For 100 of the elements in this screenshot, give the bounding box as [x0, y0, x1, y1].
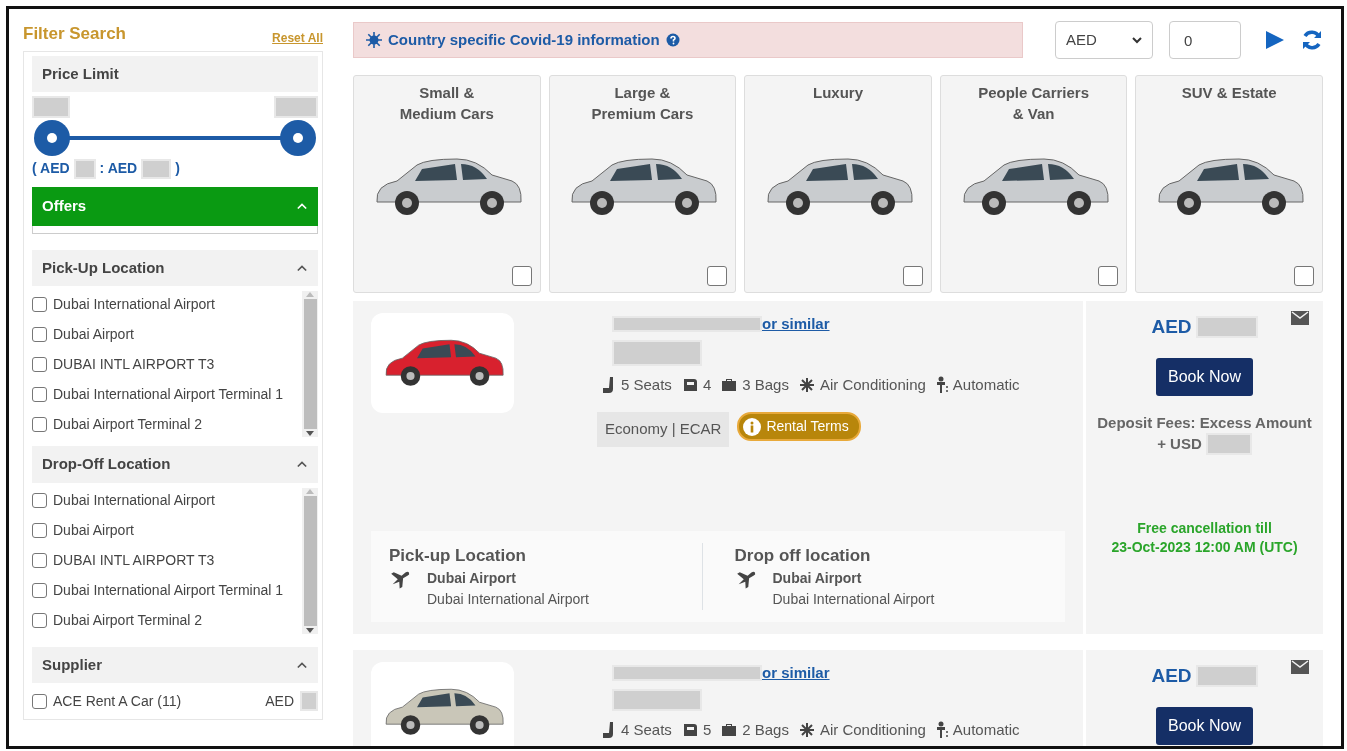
feature-label: 3 Bags: [742, 374, 789, 395]
deposit-text: + USD: [1157, 434, 1202, 454]
door-icon: [681, 376, 698, 393]
location-detail: Dubai International Airport: [772, 590, 935, 609]
caret-icon: [1132, 36, 1142, 44]
category-tag: Economy | ECAR: [597, 412, 730, 447]
checkbox[interactable]: [32, 523, 47, 538]
play-icon[interactable]: [1265, 30, 1285, 50]
price-range-label: : AED: [99, 159, 138, 178]
category-tile[interactable]: Large & Premium Cars: [548, 75, 737, 293]
chevron-up-icon[interactable]: [296, 201, 308, 212]
location-detail: Dubai International Airport: [427, 590, 589, 609]
feature-label: 5: [702, 719, 712, 740]
redacted-block: [1195, 665, 1258, 688]
virus-icon: [366, 32, 382, 48]
option-label[interactable]: DUBAI INTL AIRPORT T3: [53, 550, 302, 571]
checkbox[interactable]: [32, 296, 47, 312]
feature-label: Automatic: [952, 719, 1020, 740]
suitcase-icon: [721, 377, 738, 392]
category-label: SUV & Estate: [1181, 83, 1277, 103]
suitcase-icon: [721, 723, 738, 738]
location-heading: Pick-up Location: [389, 544, 527, 567]
snowflake-icon: [798, 376, 815, 393]
checkbox[interactable]: [1293, 266, 1314, 286]
price-slider[interactable]: [34, 118, 316, 154]
option-label[interactable]: ACE Rent A Car (11): [53, 690, 260, 712]
seat-icon: [602, 375, 616, 394]
option-label[interactable]: Dubai International Airport Terminal 1: [53, 383, 302, 405]
category-label: Small & Medium Cars: [399, 83, 494, 124]
refresh-icon[interactable]: [1301, 29, 1323, 51]
amount-field[interactable]: 0: [1169, 21, 1241, 59]
checkbox[interactable]: [32, 613, 47, 628]
scroll-down-icon[interactable]: [306, 431, 314, 437]
slider-thumb[interactable]: [280, 120, 316, 156]
checkbox[interactable]: [511, 266, 532, 286]
category-label: People Carriers & Van: [978, 83, 1089, 124]
price-range-label: ): [175, 159, 180, 178]
scrollbar[interactable]: [302, 291, 318, 437]
feature-label: Automatic: [952, 374, 1020, 395]
option-label[interactable]: Dubai Airport Terminal 2: [53, 610, 302, 631]
book-now-button[interactable]: Book Now: [1156, 706, 1253, 745]
section-heading: Pick-Up Location: [42, 257, 165, 278]
redacted-block: [300, 691, 318, 711]
checkbox[interactable]: [32, 493, 47, 508]
redacted-block: [32, 96, 70, 118]
seat-icon: [602, 721, 616, 740]
option-label[interactable]: Dubai Airport: [53, 323, 302, 345]
feature-label: 4 Seats: [621, 719, 672, 740]
section-heading: Price Limit: [42, 63, 119, 84]
section-heading: Drop-Off Location: [42, 454, 171, 474]
info-banner[interactable]: Country specific Covid-19 information: [353, 21, 1023, 59]
option-label[interactable]: Dubai International Airport: [53, 293, 302, 315]
redacted-block: [1195, 316, 1258, 339]
info-icon: [743, 417, 762, 436]
filter-title: Filter Search: [23, 23, 126, 45]
category-tile[interactable]: Luxury: [744, 75, 932, 293]
cancellation-note: Free cancellation till 23-Oct-2023 12:00 AM (UTC): [1110, 518, 1299, 557]
checkbox[interactable]: [32, 326, 47, 342]
checkbox[interactable]: [32, 553, 47, 568]
checkbox[interactable]: [32, 693, 47, 709]
similar-link[interactable]: or similar: [762, 313, 830, 336]
gear-shift-icon: [935, 375, 948, 394]
feature-label: 2 Bags: [742, 719, 789, 740]
deposit-text: Deposit Fees: Excess Amount: [1097, 412, 1312, 433]
redacted-block: [73, 158, 96, 179]
envelope-icon[interactable]: [1291, 311, 1309, 325]
snowflake-icon: [798, 722, 815, 739]
feature-label: Air Conditioning: [819, 719, 926, 740]
option-label[interactable]: DUBAI INTL AIRPORT T3: [53, 353, 302, 375]
question-icon[interactable]: [665, 33, 680, 47]
checkbox[interactable]: [707, 266, 728, 286]
currency-select[interactable]: AED: [1055, 21, 1153, 59]
scrollbar[interactable]: [302, 487, 318, 634]
checkbox[interactable]: [32, 416, 47, 432]
option-label[interactable]: Dubai International Airport: [53, 490, 302, 511]
price-range-label: ( AED: [32, 159, 70, 178]
offers-header[interactable]: Offers: [32, 187, 318, 226]
option-label[interactable]: Dubai Airport Terminal 2: [53, 413, 302, 435]
checkbox[interactable]: [32, 356, 47, 372]
category-tile[interactable]: People Carriers & Van: [939, 75, 1128, 293]
envelope-icon[interactable]: [1291, 660, 1309, 674]
checkbox[interactable]: [902, 266, 923, 286]
price-label: AED: [1151, 315, 1192, 339]
chevron-up-icon[interactable]: [296, 459, 308, 470]
category-label: Large & Premium Cars: [591, 83, 694, 124]
book-now-button[interactable]: Book Now: [1156, 357, 1253, 396]
redacted-block: [141, 158, 172, 179]
checkbox[interactable]: [1098, 266, 1119, 286]
checkbox[interactable]: [32, 583, 47, 598]
door-icon: [681, 722, 698, 739]
similar-link[interactable]: or similar: [762, 662, 830, 685]
feature-label: Air Conditioning: [819, 374, 926, 395]
option-label[interactable]: Dubai International Airport Terminal 1: [53, 580, 302, 601]
category-label: Luxury: [812, 83, 863, 103]
category-tile[interactable]: Small & Medium Cars: [353, 75, 541, 293]
category-tile[interactable]: SUV & Estate: [1135, 75, 1323, 293]
slider-thumb[interactable]: [34, 120, 70, 156]
redacted-block: [274, 96, 318, 118]
option-label[interactable]: Dubai Airport: [53, 520, 302, 541]
checkbox[interactable]: [32, 386, 47, 402]
